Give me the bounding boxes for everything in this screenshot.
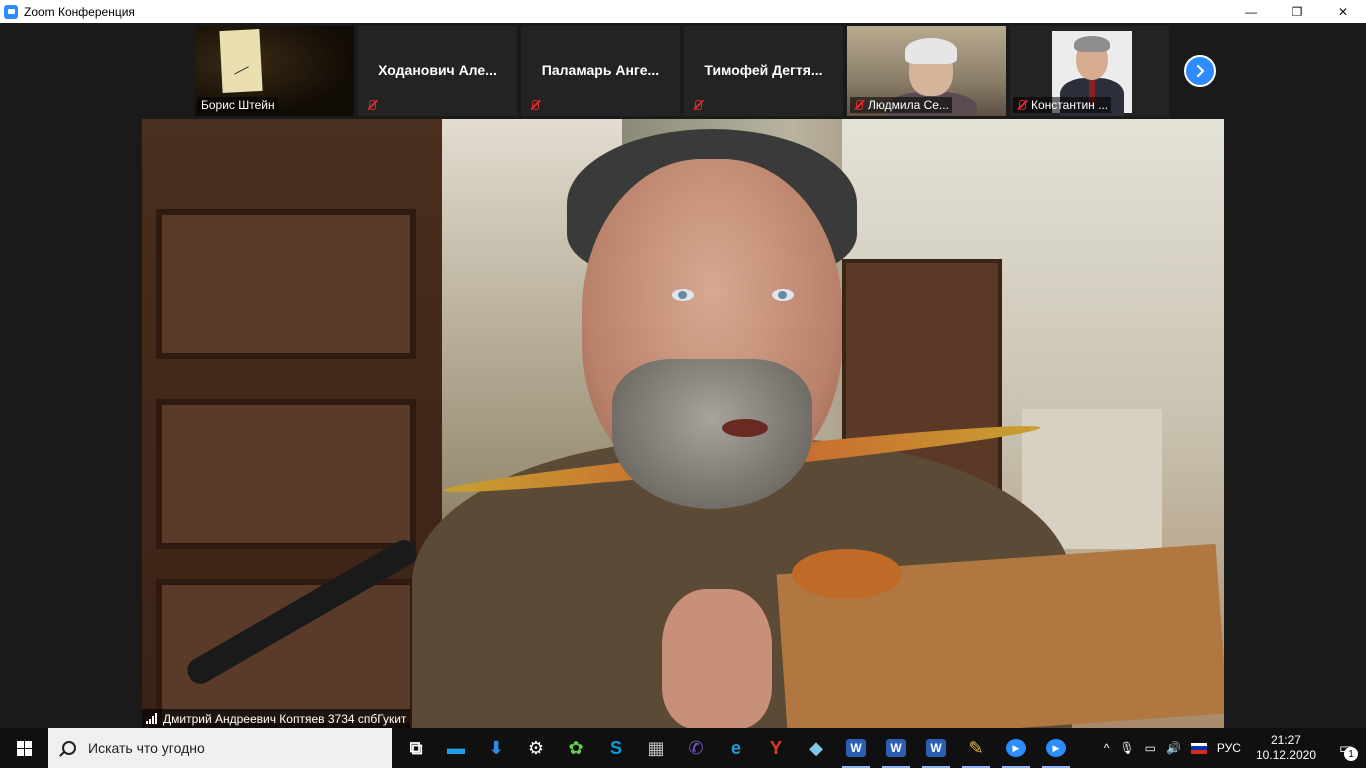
start-button[interactable] [0, 728, 48, 768]
zoom-icon-2[interactable]: ▶ [1036, 728, 1076, 768]
word-icon-1-glyph: W [846, 739, 866, 757]
word-icon-2-glyph: W [886, 739, 906, 757]
zoom-icon-1[interactable]: ▶ [996, 728, 1036, 768]
input-language-indicator[interactable]: РУС [1212, 741, 1246, 755]
muted-mic-icon [529, 99, 541, 111]
muted-mic-icon [1016, 99, 1028, 111]
action-center-button[interactable]: ▭ 1 [1326, 728, 1366, 768]
close-button[interactable]: ✕ [1320, 0, 1366, 23]
yandex-browser-icon[interactable]: Y [756, 728, 796, 768]
taskbar-clock[interactable]: 21:27 10.12.2020 [1246, 733, 1326, 763]
monitor-app-icon[interactable]: ▬ [436, 728, 476, 768]
settings-gear-icon[interactable]: ⚙ [516, 728, 556, 768]
participant-name: Тимофей Дегтя... [704, 62, 823, 78]
microphone-tray-icon[interactable]: 🎙 [1114, 741, 1139, 755]
calculator-icon[interactable]: ▦ [636, 728, 676, 768]
word-icon-3[interactable]: W [916, 728, 956, 768]
cabinet-drawer [156, 209, 416, 359]
participant-name: Ходанович Але... [378, 62, 497, 78]
paper-sheet-in-video [219, 28, 263, 94]
word-icon-1[interactable]: W [836, 728, 876, 768]
network-icon[interactable]: ▭ [1140, 741, 1161, 755]
participant-hair [1074, 36, 1110, 52]
participant-tile-5[interactable]: Людмила Се... [847, 26, 1006, 116]
participant-name-label: Людмила Се... [850, 97, 952, 113]
paint-icon-glyph: ✎ [968, 737, 984, 758]
icq-flower-icon-glyph: ✿ [568, 737, 584, 758]
background-cabinet-left [142, 119, 442, 728]
volume-icon[interactable]: 🔊 [1161, 741, 1186, 755]
task-view-icon[interactable]: ⧉ [396, 728, 436, 768]
speaker-hand [662, 589, 772, 728]
task-view-icon-glyph: ⧉ [409, 737, 423, 758]
speaker-mouth [722, 419, 768, 437]
calculator-icon-glyph: ▦ [647, 737, 665, 758]
participant-name-text: Людмила Се... [868, 98, 949, 112]
participant-hair [905, 38, 957, 64]
cabinet-drawer [156, 579, 416, 728]
word-icon-3-glyph: W [926, 739, 946, 757]
cabinet-drawer [156, 399, 416, 549]
zoom-icon-1-glyph: ▶ [1006, 739, 1026, 757]
russian-flag-icon[interactable] [1186, 742, 1212, 754]
icq-flower-icon[interactable]: ✿ [556, 728, 596, 768]
window-titlebar: Zoom Конференция — ❐ ✕ [0, 0, 1366, 23]
participant-name-text: Константин ... [1031, 98, 1109, 112]
system-tray: ^ 🎙 ▭ 🔊 РУС 21:27 10.12.2020 ▭ 1 [1099, 728, 1366, 768]
zoom-app-icon [4, 4, 18, 19]
settings-gear-icon-glyph: ⚙ [527, 737, 545, 758]
participant-tile-3[interactable]: Паламарь Анге... [521, 26, 680, 116]
sticky-notes-icon-glyph: ◆ [809, 737, 823, 758]
muted-mic-icon [366, 99, 378, 111]
muted-mic-icon [692, 99, 704, 111]
word-icon-2[interactable]: W [876, 728, 916, 768]
participant-name-label: Борис Штейн [198, 97, 278, 113]
download-arrow-icon-glyph: ⬇ [488, 737, 504, 758]
viber-icon-glyph: ✆ [688, 737, 704, 758]
search-placeholder: Искать что угодно [88, 740, 205, 756]
taskbar-search-box[interactable]: Искать что угодно [48, 728, 392, 768]
download-arrow-icon[interactable]: ⬇ [476, 728, 516, 768]
sticky-notes-icon[interactable]: ◆ [796, 728, 836, 768]
muted-mic-icon [853, 99, 865, 111]
notification-count-badge: 1 [1344, 747, 1358, 761]
skype-icon[interactable]: S [596, 728, 636, 768]
participant-tile-4[interactable]: Тимофей Дегтя... [684, 26, 843, 116]
clock-date: 10.12.2020 [1255, 748, 1316, 762]
window-controls: — ❐ ✕ [1228, 0, 1366, 23]
maximize-button[interactable]: ❐ [1274, 0, 1320, 23]
windows-logo-icon [16, 740, 32, 756]
participants-strip: Борис Штейн Ходанович Але... Паламарь Ан… [0, 23, 1366, 119]
tray-overflow-chevron-icon[interactable]: ^ [1099, 741, 1115, 755]
active-speaker-name-label: Дмитрий Андреевич Коптяев 3734 спбГукит [142, 709, 411, 728]
minimize-button[interactable]: — [1228, 0, 1274, 23]
participant-tile-2[interactable]: Ходанович Але... [358, 26, 517, 116]
window-title: Zoom Конференция [24, 4, 135, 19]
speaker-eye-left [672, 289, 694, 301]
rotary-switch-disk [792, 549, 902, 599]
edge-icon[interactable]: e [716, 728, 756, 768]
active-speaker-video[interactable] [142, 119, 1224, 728]
yandex-browser-icon-glyph: Y [769, 737, 782, 758]
speaker-beard [612, 359, 812, 509]
speaker-eye-right [772, 289, 794, 301]
connection-signal-icon [146, 713, 157, 724]
skype-icon-glyph: S [609, 737, 622, 758]
participant-name-label: Константин ... [1013, 97, 1112, 113]
zoom-icon-2-glyph: ▶ [1046, 739, 1066, 757]
taskbar-app-icons: ⧉ ▬ ⬇ ⚙ ✿ S ▦ ✆ e Y ◆ W W W ✎ ▶ ▶ [396, 728, 1076, 768]
viber-icon[interactable]: ✆ [676, 728, 716, 768]
next-participants-button[interactable] [1184, 55, 1216, 87]
participant-name: Паламарь Анге... [541, 62, 660, 78]
search-icon [62, 741, 76, 755]
edge-icon-glyph: e [730, 737, 741, 758]
chevron-right-icon [1196, 64, 1205, 78]
windows-taskbar: Искать что угодно ⧉ ▬ ⬇ ⚙ ✿ S ▦ ✆ e Y ◆ W W W ✎ ▶ ▶ ^ 🎙 … [0, 728, 1366, 768]
participant-tile-1[interactable]: Борис Штейн [195, 26, 354, 116]
clock-time: 21:27 [1270, 733, 1301, 747]
participant-tile-6[interactable]: Константин ... [1010, 26, 1169, 116]
monitor-app-icon-glyph: ▬ [447, 737, 465, 758]
paint-icon[interactable]: ✎ [956, 728, 996, 768]
active-speaker-name: Дмитрий Андреевич Коптяев 3734 спбГукит [163, 711, 407, 726]
